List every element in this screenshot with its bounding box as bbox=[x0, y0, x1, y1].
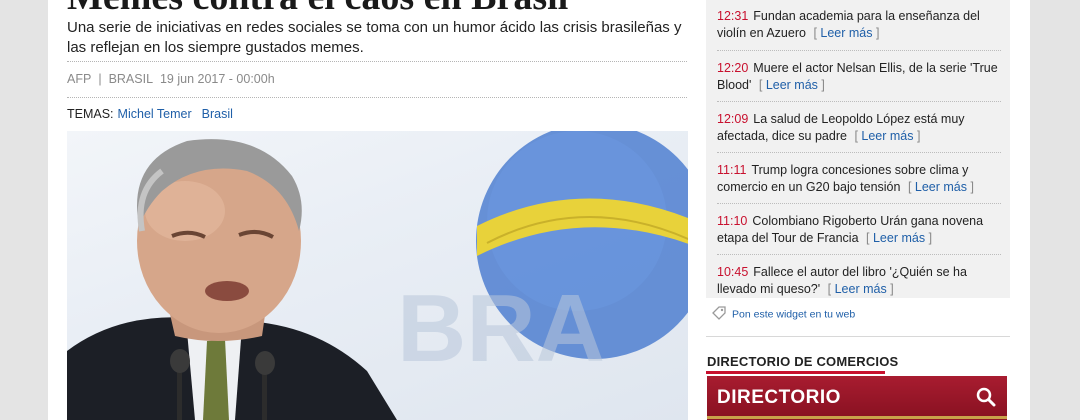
ticker-text[interactable]: La salud de Leopoldo López está muy afec… bbox=[717, 112, 965, 143]
directory-heading: DIRECTORIO DE COMERCIOS bbox=[707, 354, 899, 369]
divider bbox=[717, 152, 1001, 153]
ticker-item[interactable]: 11:10 Colombiano Rigoberto Urán gana nove… bbox=[717, 213, 1001, 246]
right-rail: 12:31 Fundan academia para la enseñanza d… bbox=[706, 0, 1010, 420]
ticker-time: 12:31 bbox=[717, 9, 749, 23]
divider bbox=[706, 336, 1010, 337]
ticker-text[interactable]: Colombiano Rigoberto Urán gana novena et… bbox=[717, 214, 983, 245]
divider bbox=[67, 61, 687, 62]
tag-icon bbox=[712, 306, 726, 323]
ticker-time: 10:45 bbox=[717, 265, 749, 279]
ticker-time: 12:20 bbox=[717, 61, 749, 75]
article-summary: Una serie de iniciativas en redes social… bbox=[67, 19, 682, 56]
read-more-link[interactable]: [ Leer más ] bbox=[810, 26, 879, 40]
search-icon[interactable] bbox=[976, 387, 996, 407]
ticker-time: 12:09 bbox=[717, 112, 749, 126]
divider bbox=[717, 203, 1001, 204]
widget-link-label[interactable]: Pon este widget en tu web bbox=[732, 308, 855, 320]
read-more-link[interactable]: [ Leer más ] bbox=[824, 282, 894, 296]
widget-embed-link[interactable]: Pon este widget en tu web bbox=[712, 306, 855, 323]
divider bbox=[717, 101, 1001, 102]
ticker-item[interactable]: 12:31 Fundan academia para la enseñanza d… bbox=[717, 8, 1001, 41]
read-more-link[interactable]: [ Leer más ] bbox=[863, 231, 932, 245]
topic-link-michel-temer[interactable]: Michel Temer bbox=[118, 107, 192, 121]
article-topics: TEMAS: Michel Temer Brasil bbox=[67, 107, 233, 121]
article-section[interactable]: BRASIL bbox=[109, 72, 153, 86]
page: Memes contra el caos en Brasil Una serie… bbox=[48, 0, 1030, 420]
divider bbox=[67, 97, 687, 98]
directory-box[interactable]: DIRECTORIO bbox=[707, 376, 1007, 420]
svg-text:BRA: BRA bbox=[397, 275, 605, 382]
article-meta: AFP | BRASIL 19 jun 2017 - 00:00h bbox=[67, 72, 275, 86]
article: Memes contra el caos en Brasil Una serie… bbox=[67, 0, 689, 420]
read-more-link[interactable]: [ Leer más ] bbox=[755, 78, 825, 92]
topic-link-brasil[interactable]: Brasil bbox=[202, 107, 233, 121]
ticker-item[interactable]: 10:45 Fallece el autor del libro '¿Quién … bbox=[717, 264, 1001, 297]
article-headline[interactable]: Memes contra el caos en Brasil bbox=[67, 0, 568, 16]
read-more-link[interactable]: [ Leer más ] bbox=[851, 129, 920, 143]
article-photo: BRA bbox=[67, 131, 688, 420]
heading-underline bbox=[706, 371, 885, 374]
directory-label: DIRECTORIO bbox=[717, 387, 841, 408]
article-source: AFP bbox=[67, 72, 92, 86]
directory-banner: DIRECTORIO bbox=[707, 376, 1007, 419]
ticker-item[interactable]: 12:20 Muere el actor Nelsan Ellis, de la … bbox=[717, 60, 1001, 93]
divider bbox=[717, 254, 1001, 255]
ticker-item[interactable]: 11:11 Trump logra concesiones sobre clima… bbox=[717, 162, 1001, 195]
ticker-time: 11:10 bbox=[717, 214, 748, 228]
meta-separator: | bbox=[98, 72, 102, 86]
news-ticker[interactable]: 12:31 Fundan academia para la enseñanza d… bbox=[706, 0, 1010, 298]
article-date: 19 jun 2017 - 00:00h bbox=[159, 72, 275, 86]
ticker-item[interactable]: 12:09 La salud de Leopoldo López está muy… bbox=[717, 111, 1001, 144]
topics-label: TEMAS: bbox=[67, 107, 114, 121]
read-more-link[interactable]: [ Leer más ] bbox=[904, 180, 974, 194]
ticker-time: 11:11 bbox=[717, 163, 747, 177]
divider bbox=[717, 50, 1001, 51]
